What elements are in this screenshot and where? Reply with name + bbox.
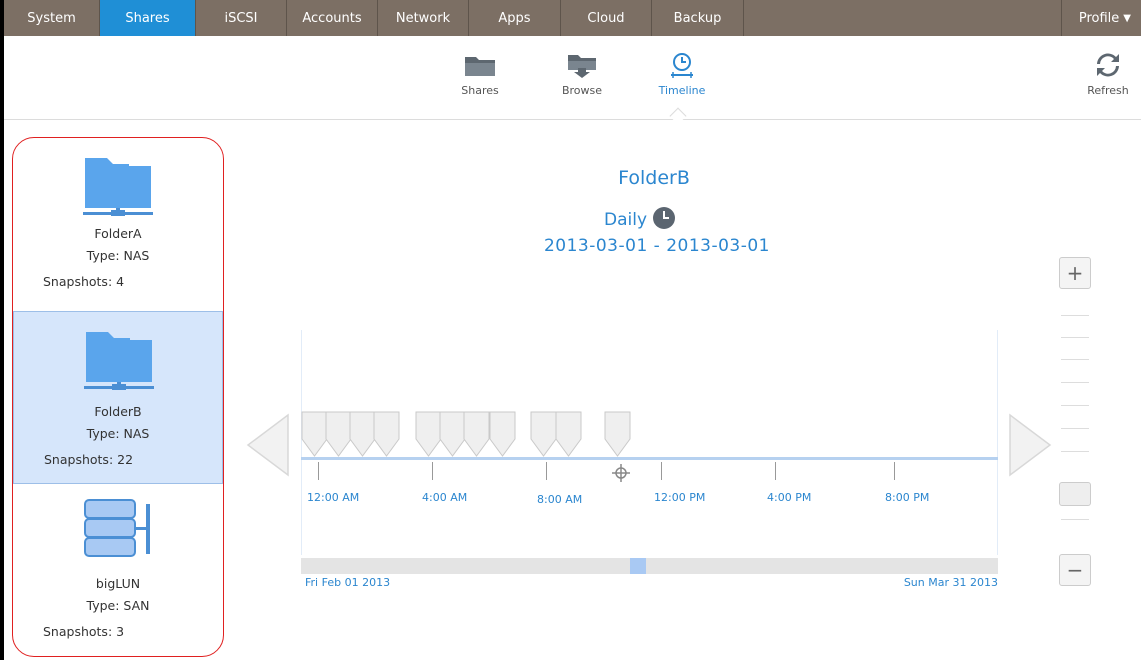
snapshot-marker[interactable] — [349, 411, 376, 457]
refresh-icon — [1097, 53, 1119, 77]
share-snapshots: Snapshots: 22 — [44, 452, 134, 467]
clock-icon — [671, 53, 693, 78]
axis-tick — [432, 462, 433, 480]
share-type: Type: NAS — [86, 248, 150, 263]
axis-tick — [894, 462, 895, 480]
zoom-level-line — [1061, 315, 1089, 316]
snapshot-marker[interactable] — [489, 411, 516, 457]
tab-network[interactable]: Network — [378, 0, 469, 36]
share-snapshots: Snapshots: 3 — [43, 624, 125, 639]
crosshair-icon[interactable] — [612, 464, 630, 482]
top-nav: System Shares iSCSI Accounts Network App… — [4, 0, 1141, 36]
share-type: Type: SAN — [86, 598, 150, 613]
share-name: FolderA — [94, 226, 142, 241]
tab-apps[interactable]: Apps — [469, 0, 561, 36]
zoom-in-button[interactable]: + — [1059, 257, 1091, 289]
tab-shares[interactable]: Shares — [100, 0, 196, 36]
timeline-scrollbar[interactable] — [301, 558, 998, 574]
axis-tick-label: 12:00 PM — [654, 491, 706, 504]
axis-tick — [661, 462, 662, 480]
san-lun-icon — [84, 499, 150, 557]
active-tool-pointer — [669, 107, 687, 125]
axis-tick — [775, 462, 776, 480]
shares-view-button[interactable]: Shares — [445, 52, 515, 97]
browse-button[interactable]: Browse — [547, 52, 617, 97]
snapshot-marker[interactable] — [439, 411, 466, 457]
timeline-right-border — [997, 330, 998, 555]
snapshot-marker[interactable] — [463, 411, 490, 457]
zoom-level-line — [1061, 451, 1089, 452]
sub-toolbar: Shares Browse Timeline Refresh — [4, 36, 1141, 125]
nas-folder-icon — [84, 332, 154, 390]
zoom-slider-thumb[interactable] — [1059, 482, 1091, 506]
scrollbar-thumb[interactable] — [630, 558, 646, 574]
snapshot-marker[interactable] — [604, 411, 631, 457]
tab-system[interactable]: System — [4, 0, 100, 36]
axis-tick-label: 4:00 PM — [767, 491, 812, 504]
axis-tick-label: 4:00 AM — [422, 491, 468, 504]
axis-tick — [546, 462, 547, 480]
zoom-level-line — [1061, 359, 1089, 360]
browse-folder-icon — [568, 55, 596, 78]
zoom-out-button[interactable]: − — [1059, 554, 1091, 586]
frequency-label: Daily — [604, 210, 648, 230]
timeline-view-button[interactable]: Timeline — [647, 52, 717, 97]
snapshot-marker[interactable] — [530, 411, 557, 457]
snapshot-marker[interactable] — [555, 411, 582, 457]
folder-icon — [465, 57, 495, 76]
share-item-biglun[interactable]: bigLUN Type: SAN Snapshots: 3 — [13, 484, 223, 656]
timeline-panel[interactable]: 12:00 AM 4:00 AM 8:00 AM 12:00 PM 4:00 P… — [301, 330, 998, 592]
timeline-prev-arrow[interactable] — [246, 413, 290, 477]
tab-backup[interactable]: Backup — [652, 0, 744, 36]
axis-tick-label: 8:00 AM — [537, 493, 583, 506]
refresh-label: Refresh — [1087, 84, 1129, 97]
timeline-view-label: Timeline — [658, 84, 706, 97]
zoom-level-line — [1061, 337, 1089, 338]
range-start-label: Fri Feb 01 2013 — [305, 576, 391, 589]
profile-menu[interactable]: Profile ▼ — [1061, 0, 1141, 36]
zoom-level-line — [1061, 382, 1089, 383]
browse-label: Browse — [561, 84, 603, 97]
profile-label: Profile — [1078, 10, 1120, 26]
snapshot-marker[interactable] — [325, 411, 352, 457]
share-list: FolderA Type: NAS Snapshots: 4 FolderB T… — [12, 137, 224, 657]
schedule-clock-icon — [653, 207, 676, 229]
share-snapshots: Snapshots: 4 — [43, 274, 125, 289]
snapshot-marker[interactable] — [301, 411, 328, 457]
share-name: bigLUN — [95, 576, 141, 591]
snapshot-marker[interactable] — [373, 411, 400, 457]
range-end-label: Sun Mar 31 2013 — [903, 576, 998, 589]
timeline-next-arrow[interactable] — [1008, 413, 1052, 477]
nas-folder-icon — [83, 158, 153, 216]
axis-tick — [318, 462, 319, 480]
axis-tick-label: 8:00 PM — [885, 491, 930, 504]
tab-accounts[interactable]: Accounts — [287, 0, 378, 36]
share-type: Type: NAS — [86, 426, 150, 441]
date-range: 2013-03-01 - 2013-03-01 — [543, 236, 771, 256]
zoom-level-line — [1061, 519, 1089, 520]
caret-down-icon: ▼ — [1123, 12, 1131, 24]
zoom-level-line — [1061, 428, 1089, 429]
snapshot-marker[interactable] — [415, 411, 442, 457]
timeline-title: FolderB — [618, 167, 690, 189]
zoom-control: + − — [1059, 257, 1092, 587]
axis-tick-label: 12:00 AM — [307, 491, 360, 504]
share-item-folderb[interactable]: FolderB Type: NAS Snapshots: 22 — [13, 311, 223, 484]
tab-cloud[interactable]: Cloud — [561, 0, 652, 36]
shares-view-label: Shares — [461, 84, 499, 97]
share-name: FolderB — [94, 404, 142, 419]
refresh-button[interactable]: Refresh — [1076, 52, 1140, 97]
frequency-selector[interactable]: Daily — [604, 206, 714, 230]
zoom-level-line — [1061, 405, 1089, 406]
timeline-axis — [301, 457, 998, 460]
tab-iscsi[interactable]: iSCSI — [196, 0, 287, 36]
share-item-foldera[interactable]: FolderA Type: NAS Snapshots: 4 — [13, 138, 223, 311]
